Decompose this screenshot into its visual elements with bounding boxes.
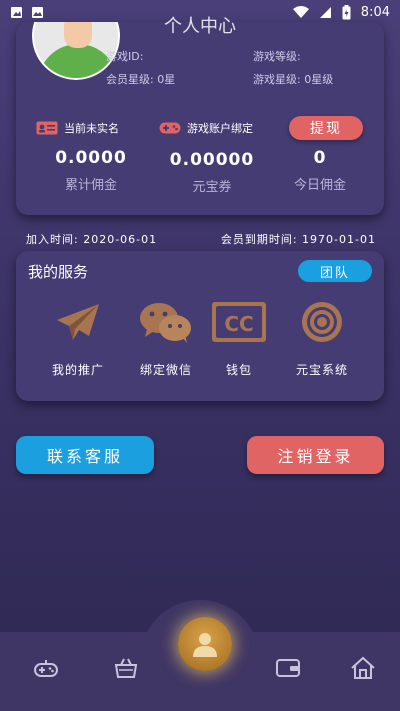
gamepad-icon bbox=[159, 122, 181, 134]
logout-button[interactable]: 注销登录 bbox=[247, 436, 384, 474]
game-level-label: 游戏等级: bbox=[253, 50, 301, 63]
expire-date: 会员到期时间: 1970-01-01 bbox=[220, 233, 376, 246]
game-star-label: 游戏星级: 0星级 bbox=[253, 73, 334, 86]
stat-label: 元宝券 bbox=[192, 180, 232, 195]
wechat-icon bbox=[140, 303, 191, 343]
image-notification-icon bbox=[32, 6, 43, 18]
nav-shop[interactable] bbox=[106, 652, 146, 684]
stat-label: 累计佣金 bbox=[64, 178, 117, 193]
stat-label: 今日佣金 bbox=[293, 178, 346, 193]
wallet-icon bbox=[276, 659, 300, 677]
realname-status[interactable]: 当前未实名 bbox=[36, 120, 119, 136]
stat-total-commission: 0.0000 累计佣金 bbox=[46, 148, 136, 193]
contact-support-button[interactable]: 联系客服 bbox=[16, 436, 154, 474]
nav-wallet[interactable] bbox=[268, 652, 308, 684]
status-bar: 8:04 bbox=[0, 0, 400, 24]
service-label: 绑定微信 bbox=[139, 363, 192, 377]
wifi-icon bbox=[292, 5, 309, 18]
service-label: 钱包 bbox=[225, 363, 252, 377]
team-button[interactable]: 团队 bbox=[298, 260, 372, 282]
membership-dates: 加入时间: 2020-06-01 会员到期时间: 1970-01-01 bbox=[26, 231, 376, 247]
service-promotion[interactable]: 我的推广 bbox=[38, 297, 118, 378]
stat-value: 0.00000 bbox=[169, 150, 255, 170]
nav-games[interactable] bbox=[26, 652, 66, 684]
stat-value: 0 bbox=[313, 148, 327, 168]
home-icon bbox=[351, 656, 375, 679]
service-wallet[interactable]: CC 钱包 bbox=[199, 297, 279, 378]
realname-status-label: 当前未实名 bbox=[64, 122, 119, 135]
service-label: 元宝系统 bbox=[295, 363, 348, 377]
id-card-icon bbox=[36, 121, 58, 135]
join-date: 加入时间: 2020-06-01 bbox=[26, 233, 158, 246]
service-bind-wechat[interactable]: 绑定微信 bbox=[126, 297, 206, 378]
paper-plane-icon bbox=[57, 304, 99, 340]
stat-today-commission: 0 今日佣金 bbox=[280, 148, 360, 193]
nav-home[interactable] bbox=[343, 652, 383, 684]
target-circle-icon bbox=[302, 302, 342, 342]
stat-ingot-voucher: 0.00000 元宝券 bbox=[166, 150, 258, 195]
services-title: 我的服务 bbox=[28, 263, 89, 281]
account-bind[interactable]: 游戏账户绑定 bbox=[159, 120, 253, 136]
svg-text:CC: CC bbox=[224, 312, 253, 336]
nav-profile-center[interactable] bbox=[178, 617, 232, 671]
account-bind-label: 游戏账户绑定 bbox=[187, 122, 253, 135]
stat-value: 0.0000 bbox=[55, 148, 127, 168]
service-label: 我的推广 bbox=[51, 363, 104, 377]
member-star-label: 会员星级: 0星 bbox=[106, 73, 176, 86]
gamepad-icon bbox=[34, 660, 58, 677]
user-icon bbox=[193, 633, 217, 657]
signal-icon bbox=[319, 6, 331, 18]
basket-icon bbox=[114, 658, 138, 678]
services-card: 我的服务 团队 我的推广 绑定微信 CC 钱包 元宝系统 bbox=[16, 251, 384, 401]
cc-card-icon: CC bbox=[212, 302, 266, 342]
service-ingot-system[interactable]: 元宝系统 bbox=[282, 297, 362, 378]
status-time: 8:04 bbox=[360, 4, 390, 20]
battery-icon bbox=[342, 4, 351, 19]
profile-card: 游戏ID: 游戏等级: 会员星级: 0星 游戏星级: 0星级 当前未实名 游戏账… bbox=[16, 22, 384, 215]
gallery-notification-icon bbox=[11, 6, 22, 18]
withdraw-button[interactable]: 提现 bbox=[289, 116, 363, 140]
game-id-label: 游戏ID: bbox=[106, 50, 144, 63]
